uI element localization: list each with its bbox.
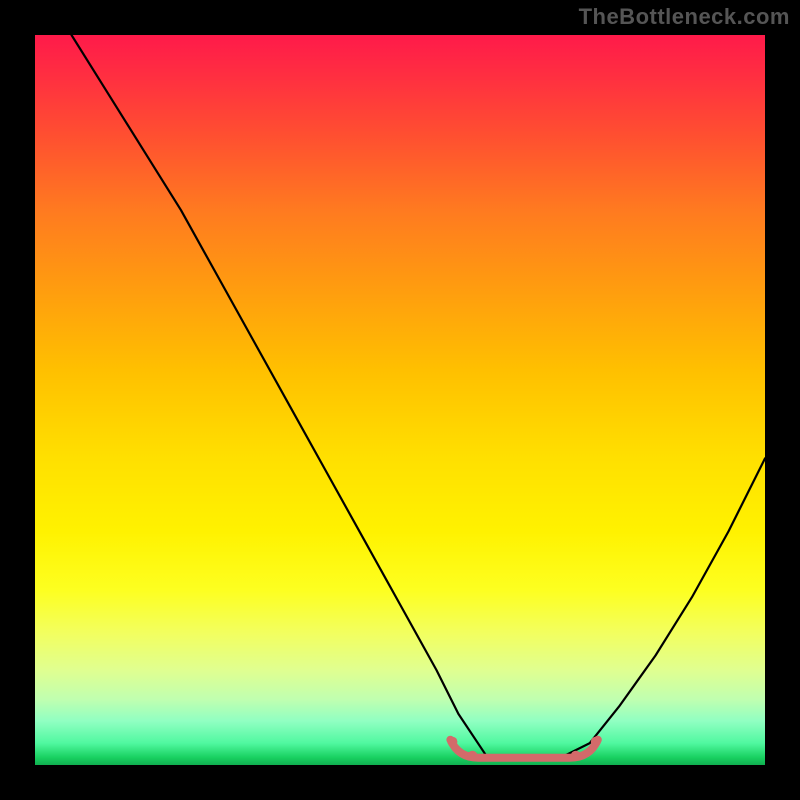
bottleneck-curve [72,35,766,758]
chart-frame: TheBottleneck.com [0,0,800,800]
plot-area [35,35,765,765]
watermark-text: TheBottleneck.com [579,4,790,30]
curve-svg [35,35,765,765]
